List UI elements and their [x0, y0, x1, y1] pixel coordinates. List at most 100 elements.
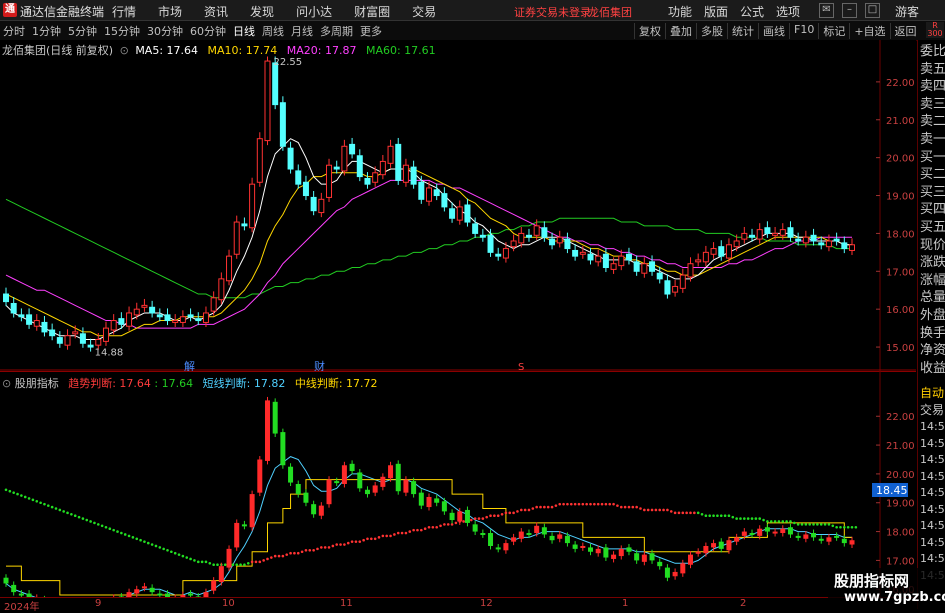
time-axis: 2024年 9 10 11 12 1 2 [0, 597, 916, 613]
trend-dot [508, 511, 512, 515]
trend-dot [370, 537, 373, 541]
period-tab-weekly[interactable]: 周线 [262, 23, 284, 39]
ind-candle-body [188, 593, 194, 596]
trend-dot [470, 518, 473, 522]
ind-candle-body [680, 563, 686, 574]
ind-candle-body [672, 571, 678, 577]
trend-dot [546, 505, 550, 509]
menu-item-shichang[interactable]: 市场 [158, 3, 182, 20]
menu-item-banmian[interactable]: 版面 [704, 3, 728, 20]
candle-body [818, 242, 825, 246]
y-tick-label: 21.00 [886, 116, 915, 127]
ind-candle-body [795, 535, 801, 538]
candle-body [449, 208, 456, 219]
tool-f10[interactable]: F10 [789, 23, 818, 39]
side-tab-0[interactable]: 自动 [918, 384, 945, 401]
ind-candle-body [503, 543, 509, 551]
ind-candle-body [434, 498, 440, 503]
candle-body [279, 102, 286, 147]
period-tab-daily[interactable]: 日线 [233, 23, 255, 39]
trend-dot [23, 495, 27, 499]
candle-body [156, 314, 163, 318]
message-icon[interactable]: ✉ [819, 3, 834, 18]
x-label-9: 9 [95, 598, 102, 609]
trend-dot [435, 525, 438, 529]
period-tab-multi[interactable]: 多周期 [320, 23, 353, 39]
tool-huaxian[interactable]: 画线 [758, 23, 789, 39]
trend-dot [12, 491, 15, 494]
menu-item-gongneng[interactable]: 功能 [668, 3, 692, 20]
tool-fanhui[interactable]: 返回 [889, 23, 921, 39]
candlestick-chart[interactable]: 22.00 21.00 20.00 19.00 18.00 17.00 16.00 15.00… [0, 40, 916, 371]
guest-user[interactable]: 游客 [895, 3, 919, 20]
ind-candle-body [157, 593, 163, 596]
candle-body [356, 155, 363, 178]
trend-dot [812, 523, 815, 526]
ind-toggle-icon[interactable]: ⊙ [2, 377, 11, 390]
trend-dot [850, 525, 854, 529]
r-badge[interactable]: R 300 [926, 22, 944, 38]
maximize-icon[interactable]: □ [865, 3, 880, 18]
period-tab-15min[interactable]: 15分钟 [104, 23, 140, 39]
ind-candle-body [311, 504, 317, 515]
tool-duogu[interactable]: 多股 [696, 23, 727, 39]
menu-item-caifuquan[interactable]: 财富圈 [354, 3, 390, 20]
trend-dot [408, 530, 412, 533]
side-tab-1[interactable]: 交易 [918, 401, 945, 418]
side-label-18: 收益 [920, 360, 945, 376]
trend-dot [193, 559, 196, 562]
ind-candle-body [272, 401, 278, 434]
menu-item-wenxiaoda[interactable]: 问小达 [296, 3, 332, 20]
indicator-chart[interactable]: 22.0021.0020.0019.0018.0017.0016.00 18.4… [0, 371, 916, 597]
period-tab-30min[interactable]: 30分钟 [147, 23, 183, 39]
event-cai-marker[interactable]: 财 [314, 359, 325, 371]
trend-dot [462, 520, 465, 523]
indicator-legend: ⊙ 股朋指标 趋势判断: 17.64 : 17.64 短线判断: 17.82 中… [2, 375, 378, 391]
tool-zixuan[interactable]: +自选 [849, 23, 889, 39]
period-tab-more[interactable]: 更多 [360, 23, 382, 39]
period-tab-1min[interactable]: 1分钟 [32, 23, 61, 39]
menu-item-hangqing[interactable]: 行情 [112, 3, 136, 20]
event-s-marker[interactable]: S [518, 362, 524, 371]
menu-item-zixun[interactable]: 资讯 [204, 3, 228, 20]
trend-dot [431, 525, 435, 529]
period-tab-monthly[interactable]: 月线 [291, 23, 313, 39]
trend-dot [577, 502, 581, 506]
cursor-price-label: 18.45 [876, 484, 908, 497]
tool-biaoji[interactable]: 标记 [818, 23, 849, 39]
menu-item-faxian[interactable]: 发现 [250, 3, 274, 20]
trend-dot [335, 543, 339, 546]
minimize-icon[interactable]: – [842, 3, 857, 18]
trend-dot [512, 511, 515, 515]
candle-body [372, 172, 379, 183]
y-tick-label: 20.00 [886, 154, 915, 165]
ind-candle-body [588, 547, 594, 552]
menu-item-jiaoyi[interactable]: 交易 [412, 3, 436, 20]
ind-candle-body [803, 534, 809, 539]
candle-body [633, 261, 640, 272]
tool-tongji[interactable]: 统计 [727, 23, 758, 39]
app-logo-icon: 通 [3, 3, 17, 17]
tool-fuquan[interactable]: 复权 [634, 23, 665, 39]
y-tick-label: 19.00 [886, 192, 915, 203]
trade-login-status[interactable]: 证券交易未登录 [514, 4, 591, 20]
period-tab-fenshi[interactable]: 分时 [3, 23, 25, 39]
ind-candle-body [664, 567, 670, 578]
menu-item-gongshi[interactable]: 公式 [740, 3, 764, 20]
trend-dot [800, 523, 804, 526]
period-tab-5min[interactable]: 5分钟 [68, 23, 97, 39]
watermark-title: 股朋指标网 [834, 572, 910, 590]
trend-dot [285, 553, 289, 556]
trend-dot [158, 546, 162, 549]
trend-dot [400, 531, 404, 535]
trend-dot [843, 525, 846, 529]
trend-dot [354, 540, 358, 543]
period-tab-60min[interactable]: 60分钟 [190, 23, 226, 39]
menu-item-xuanxiang[interactable]: 选项 [776, 3, 800, 20]
event-jie-marker[interactable]: 解 [184, 359, 195, 371]
tool-diejia[interactable]: 叠加 [665, 23, 696, 39]
ind-y-tick-label: 18.00 [886, 528, 915, 539]
legend-toggle-icon[interactable]: ⊙ [120, 44, 129, 57]
ind-candle-body [741, 531, 747, 536]
trend-dot [596, 502, 600, 506]
